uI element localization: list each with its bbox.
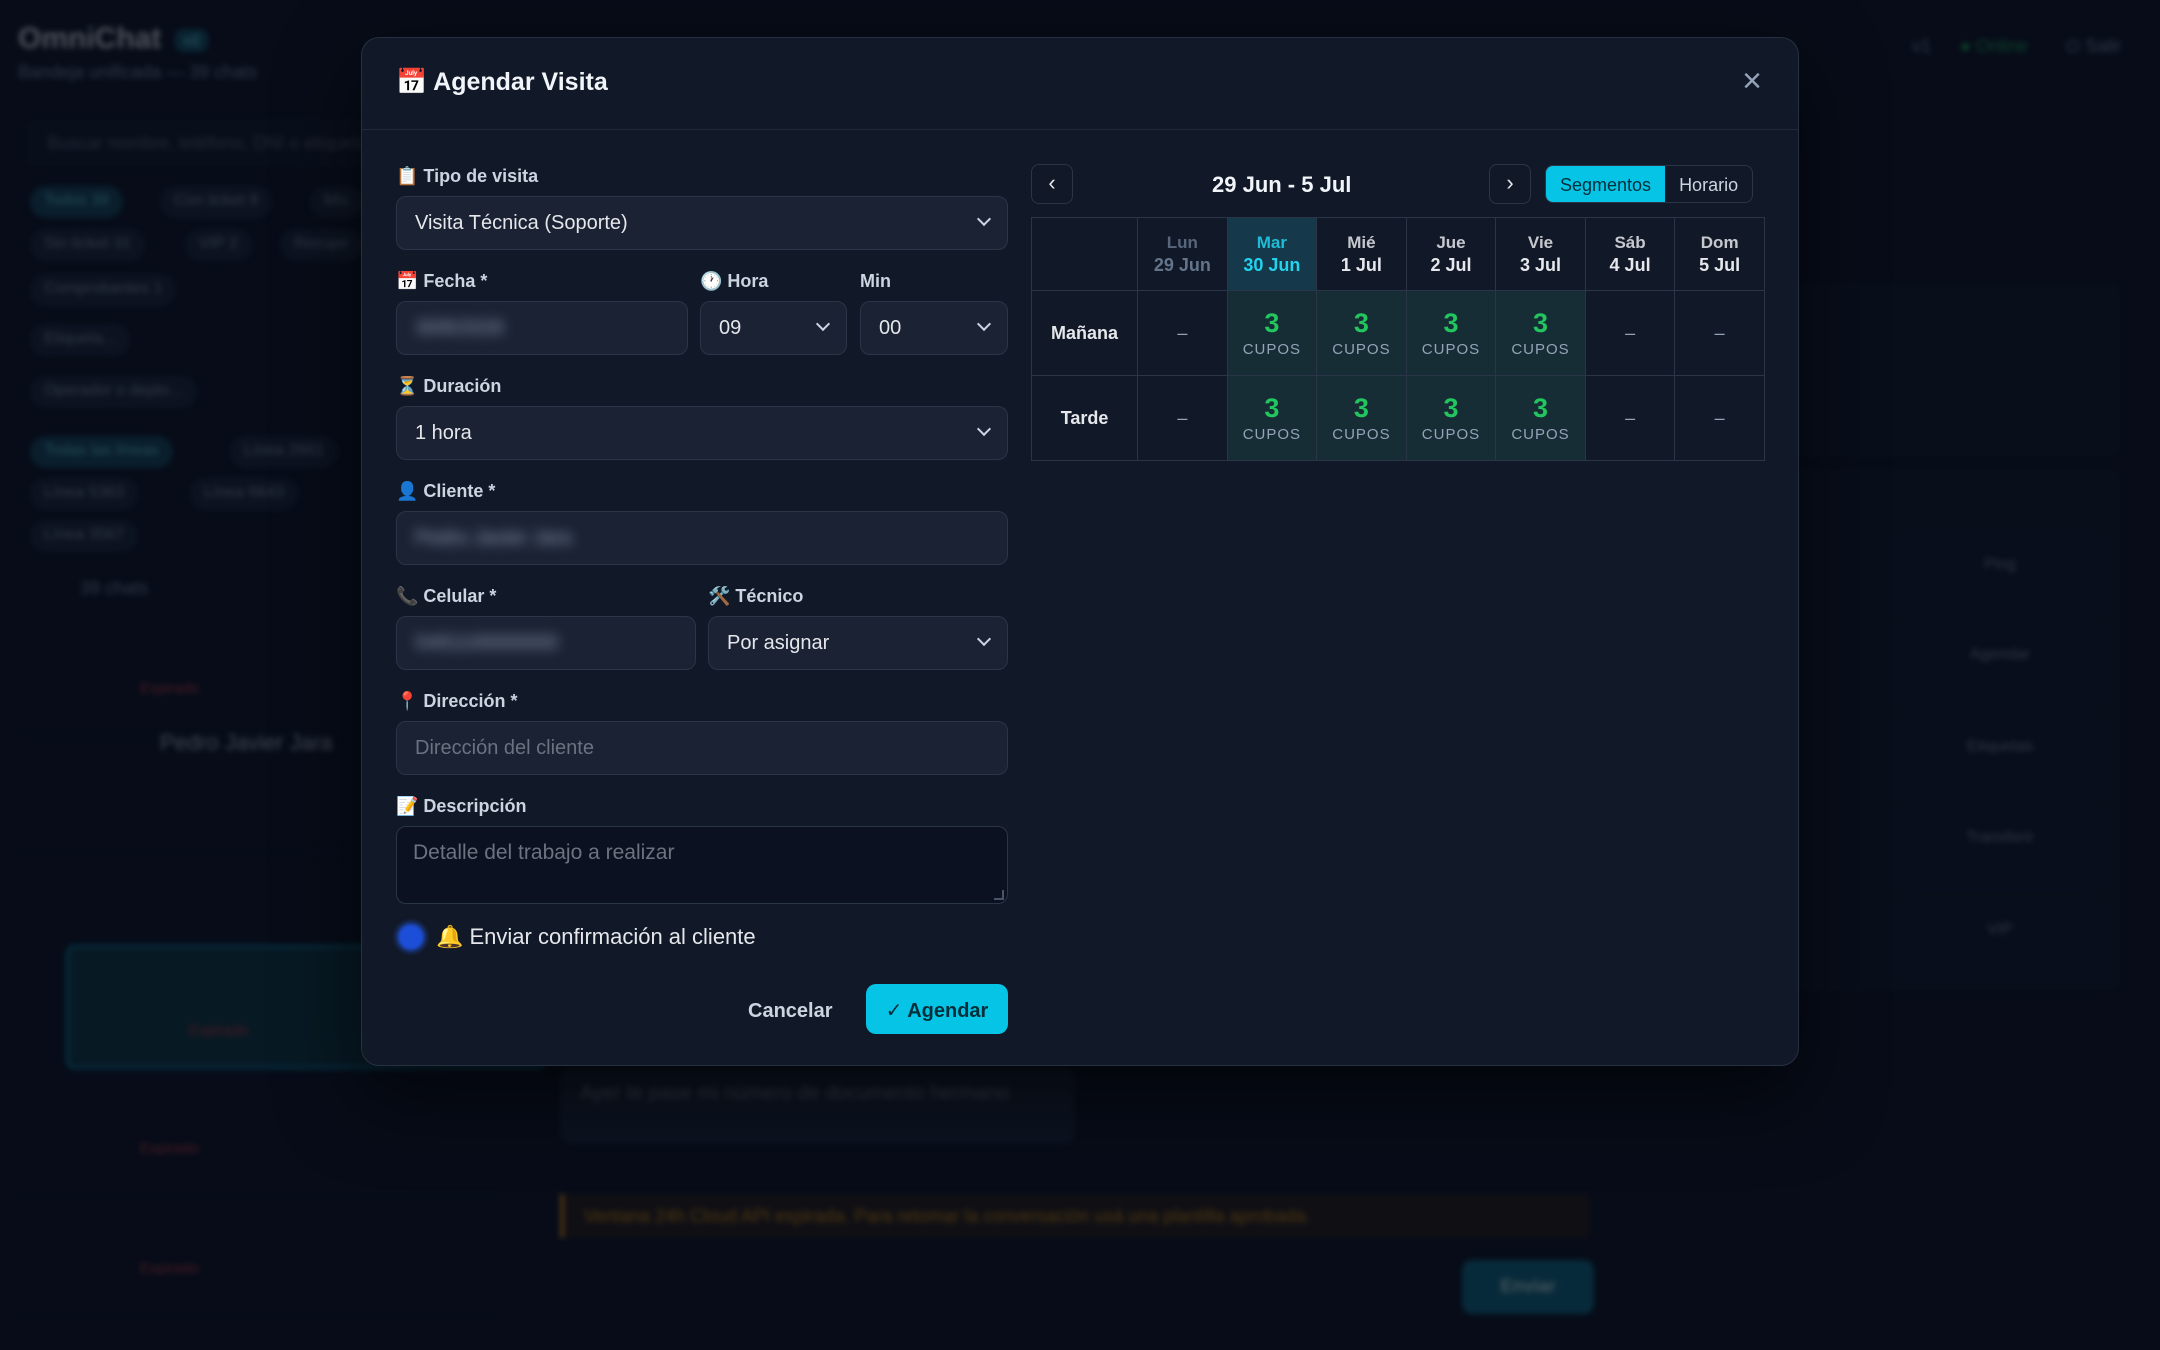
slot-available[interactable]: 3 CUPOS: [1316, 375, 1407, 461]
next-week-button[interactable]: ›: [1489, 164, 1531, 204]
slot-empty: –: [1584, 290, 1676, 376]
modal-title: 📅 Agendar Visita: [396, 68, 608, 96]
view-toggle: Segmentos Horario: [1545, 165, 1754, 203]
minute-select[interactable]: 00: [860, 301, 1008, 355]
date-label: 📅 Fecha *: [396, 271, 488, 291]
calendar-corner: [1030, 217, 1139, 291]
prev-week-button[interactable]: ‹: [1031, 164, 1073, 204]
slot-available[interactable]: 3 CUPOS: [1405, 290, 1497, 376]
client-label: 👤 Cliente *: [396, 481, 496, 501]
chevron-down-icon: [976, 631, 992, 647]
slot-available[interactable]: 3 CUPOS: [1316, 290, 1407, 376]
slot-available[interactable]: 3 CUPOS: [1495, 290, 1586, 376]
resize-handle[interactable]: [994, 890, 1004, 900]
visit-type-label: 📋 Tipo de visita: [396, 166, 539, 186]
date-field[interactable]: 30/6/2026: [396, 301, 688, 355]
chevron-down-icon: [815, 316, 831, 332]
segments-view-button[interactable]: Segmentos: [1546, 166, 1666, 202]
day-header: Mié 1 Jul: [1316, 217, 1407, 291]
chevron-down-icon: [976, 316, 992, 332]
morning-row: Mañana – 3 CUPOS 3 CUPOS 3 CUPOS 3 CUPOS – –: [1030, 290, 1765, 376]
slot-empty: –: [1137, 375, 1228, 461]
hour-label: 🕐 Hora: [700, 271, 769, 291]
schedule-view-button[interactable]: Horario: [1665, 166, 1752, 202]
slot-empty: –: [1674, 375, 1765, 461]
hour-select[interactable]: 09: [700, 301, 847, 355]
slot-empty: –: [1584, 375, 1676, 461]
slot-empty: –: [1137, 290, 1228, 376]
slot-available[interactable]: 3 CUPOS: [1495, 375, 1586, 461]
day-header: Jue 2 Jul: [1405, 217, 1497, 291]
chevron-down-icon: [976, 211, 992, 227]
slot-empty: –: [1674, 290, 1765, 376]
slot-available[interactable]: 3 CUPOS: [1226, 375, 1318, 461]
chevron-down-icon: [976, 421, 992, 437]
schedule-button[interactable]: ✓ Agendar: [866, 984, 1008, 1034]
address-label: 📍 Dirección *: [396, 691, 518, 711]
close-icon[interactable]: ×: [1736, 64, 1768, 98]
description-textarea[interactable]: Detalle del trabajo a realizar: [396, 826, 1008, 904]
afternoon-row: Tarde – 3 CUPOS 3 CUPOS 3 CUPOS 3 CUPOS – –: [1030, 375, 1765, 461]
slot-available[interactable]: 3 CUPOS: [1226, 290, 1318, 376]
minute-label: Min: [860, 271, 891, 291]
address-field[interactable]: Dirección del cliente: [396, 721, 1008, 775]
visit-type-select[interactable]: Visita Técnica (Soporte): [396, 196, 1008, 250]
schedule-visit-modal: 📅 Agendar Visita × 📋 Tipo de visita Visi…: [361, 37, 1799, 1066]
calendar-header-row: Lun 29 Jun Mar 30 Jun Mié 1 Jul Jue 2 Jul Vi…: [1030, 217, 1765, 291]
description-label: 📝 Descripción: [396, 796, 527, 816]
notify-label: 🔔 Enviar confirmación al cliente: [436, 924, 756, 949]
row-label: Tarde: [1030, 375, 1139, 461]
availability-calendar: Lun 29 Jun Mar 30 Jun Mié 1 Jul Jue 2 Jul Vi…: [1030, 217, 1765, 461]
day-header: Dom 5 Jul: [1674, 217, 1765, 291]
duration-select[interactable]: 1 hora: [396, 406, 1008, 460]
client-field[interactable]: Pedro Javier Jara: [396, 511, 1008, 565]
technician-select[interactable]: Por asignar: [708, 616, 1008, 670]
technician-label: 🛠️ Técnico: [708, 586, 804, 606]
row-label: Mañana: [1030, 290, 1139, 376]
phone-label: 📞 Celular *: [396, 586, 497, 606]
day-header: Lun 29 Jun: [1137, 217, 1228, 291]
notify-toggle[interactable]: [398, 924, 424, 950]
day-header-today: Mar 30 Jun: [1226, 217, 1318, 291]
cancel-button[interactable]: Cancelar: [748, 1000, 833, 1023]
day-header: Sáb 4 Jul: [1584, 217, 1676, 291]
slot-available[interactable]: 3 CUPOS: [1405, 375, 1497, 461]
phone-field[interactable]: 5491100000000: [396, 616, 696, 670]
week-range: 29 Jun - 5 Jul: [1212, 172, 1352, 197]
modal-header: 📅 Agendar Visita ×: [362, 38, 1798, 130]
duration-label: ⏳ Duración: [396, 376, 502, 396]
day-header: Vie 3 Jul: [1495, 217, 1586, 291]
